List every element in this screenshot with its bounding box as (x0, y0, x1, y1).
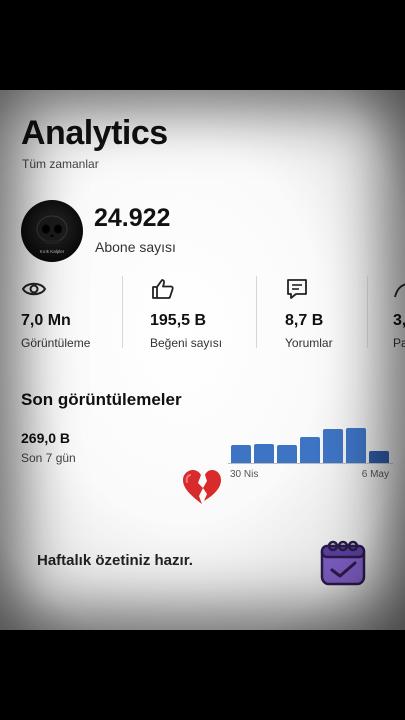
chart-bar (323, 429, 343, 463)
thumbs-up-icon (152, 279, 174, 299)
chart-bar (231, 445, 251, 463)
skull-icon: Kırık Kalpler (36, 215, 68, 254)
chart-bar (346, 428, 366, 463)
divider (122, 276, 123, 348)
stat-value: 8,7 B (285, 312, 324, 329)
recent-views-chart[interactable]: 30 Nis 6 May (228, 420, 393, 480)
broken-heart-icon (183, 470, 221, 504)
stat-label: Görüntüleme (21, 336, 91, 350)
chart-bar (254, 444, 274, 463)
stat-value: 195,5 B (150, 312, 207, 329)
chart-baseline (228, 463, 393, 464)
time-range-label[interactable]: Tüm zamanlar (22, 157, 99, 171)
eye-icon (21, 282, 47, 296)
chart-x-start-label: 30 Nis (230, 469, 259, 480)
stat-label: Beğeni sayısı (150, 336, 223, 350)
channel-avatar[interactable]: Kırık Kalpler (21, 200, 83, 262)
stat-label: Yorumlar (285, 336, 333, 350)
analytics-screen: Analytics Tüm zamanlar Kırık Kalpler 24.… (0, 90, 405, 630)
avatar-caption: Kırık Kalpler (40, 249, 65, 254)
recent-views-value: 269,0 B (21, 430, 71, 446)
stat-value: 3, (393, 312, 405, 329)
chart-bar (300, 437, 320, 463)
divider (256, 276, 257, 348)
chart-x-end-label: 6 May (361, 469, 389, 480)
weekly-summary-text[interactable]: Haftalık özetiniz hazır. (37, 552, 193, 569)
recent-views-title[interactable]: Son görüntülemeler (21, 390, 182, 410)
subscriber-label: Abone sayısı (95, 239, 176, 255)
divider (367, 276, 368, 348)
subscriber-count: 24.922 (94, 204, 171, 232)
stat-value: 7,0 Mn (21, 312, 71, 329)
share-icon (394, 283, 405, 298)
stat-label: Pa (393, 336, 405, 350)
calendar-check-icon[interactable] (318, 538, 368, 588)
chart-bar (369, 451, 389, 463)
page-title: Analytics (21, 114, 168, 152)
chart-bar (277, 445, 297, 463)
recent-views-period: Son 7 gün (21, 451, 76, 465)
stats-row: 7,0 Mn Görüntüleme 195,5 B Beğeni sayısı… (0, 270, 405, 355)
comment-icon (287, 279, 307, 299)
